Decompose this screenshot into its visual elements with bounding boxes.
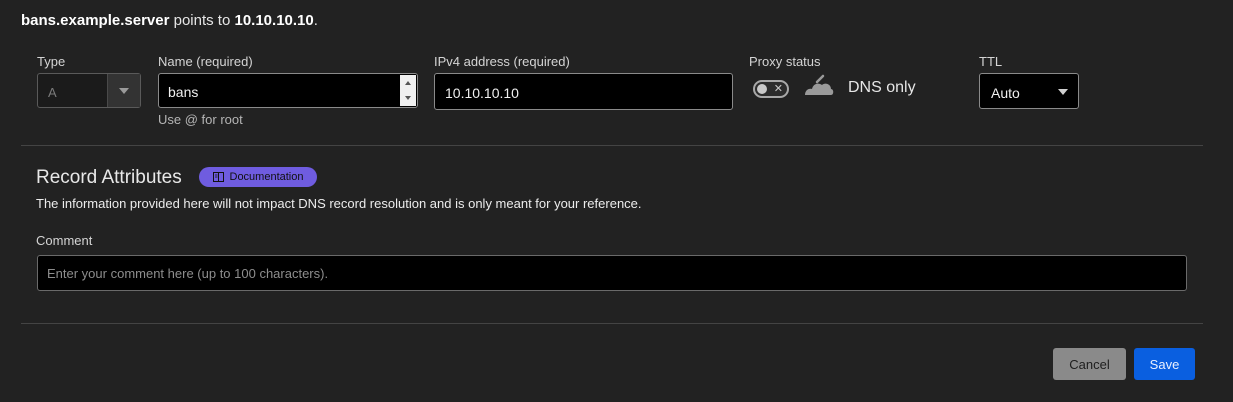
summary-middle: points to — [169, 12, 235, 29]
comment-input[interactable]: Enter your comment here (up to 100 chara… — [37, 255, 1187, 291]
toggle-knob — [757, 84, 767, 94]
comment-label: Comment — [36, 233, 93, 248]
caret-down-icon — [1058, 89, 1068, 95]
section-description: The information provided here will not i… — [36, 196, 642, 211]
summary-end: . — [313, 12, 318, 29]
name-value: bans — [168, 84, 199, 100]
ttl-value: Auto — [991, 85, 1020, 101]
record-summary: bans.example.server points to 10.10.10.1… — [21, 12, 318, 29]
summary-target: 10.10.10.10 — [234, 12, 314, 29]
arrow-up-icon — [405, 80, 411, 85]
name-label: Name (required) — [158, 54, 253, 69]
summary-host: bans.example.server — [21, 12, 170, 29]
name-input[interactable]: bans — [158, 73, 418, 108]
cancel-button[interactable]: Cancel — [1053, 348, 1126, 380]
book-icon — [212, 172, 224, 182]
name-spinner[interactable] — [400, 75, 416, 106]
comment-placeholder: Enter your comment here (up to 100 chara… — [47, 266, 329, 281]
ipv4-value: 10.10.10.10 — [445, 85, 519, 101]
documentation-link[interactable]: Documentation — [199, 167, 317, 187]
spinner-up-button[interactable] — [400, 75, 416, 91]
ttl-select[interactable]: Auto — [979, 73, 1079, 109]
section-title: Record Attributes — [36, 167, 182, 188]
divider — [21, 145, 1203, 146]
type-dropdown-button[interactable] — [107, 74, 140, 107]
type-select[interactable]: A — [37, 73, 141, 108]
documentation-label: Documentation — [229, 171, 304, 183]
toggle-x-icon: ✕ — [773, 83, 783, 95]
spinner-down-button[interactable] — [400, 91, 416, 107]
proxy-toggle[interactable]: ✕ — [753, 80, 789, 98]
caret-down-icon — [119, 87, 129, 94]
cloud-icon — [805, 74, 834, 95]
type-label: Type — [37, 54, 66, 69]
ipv4-input[interactable]: 10.10.10.10 — [434, 73, 733, 110]
arrow-down-icon — [405, 96, 411, 101]
type-value: A — [48, 85, 57, 100]
ipv4-label: IPv4 address (required) — [434, 54, 570, 69]
divider — [21, 323, 1203, 324]
proxy-label: Proxy status — [749, 54, 821, 69]
name-hint: Use @ for root — [158, 112, 243, 127]
ttl-label: TTL — [979, 54, 1003, 69]
proxy-status-text: DNS only — [848, 79, 916, 96]
save-button[interactable]: Save — [1134, 348, 1195, 380]
